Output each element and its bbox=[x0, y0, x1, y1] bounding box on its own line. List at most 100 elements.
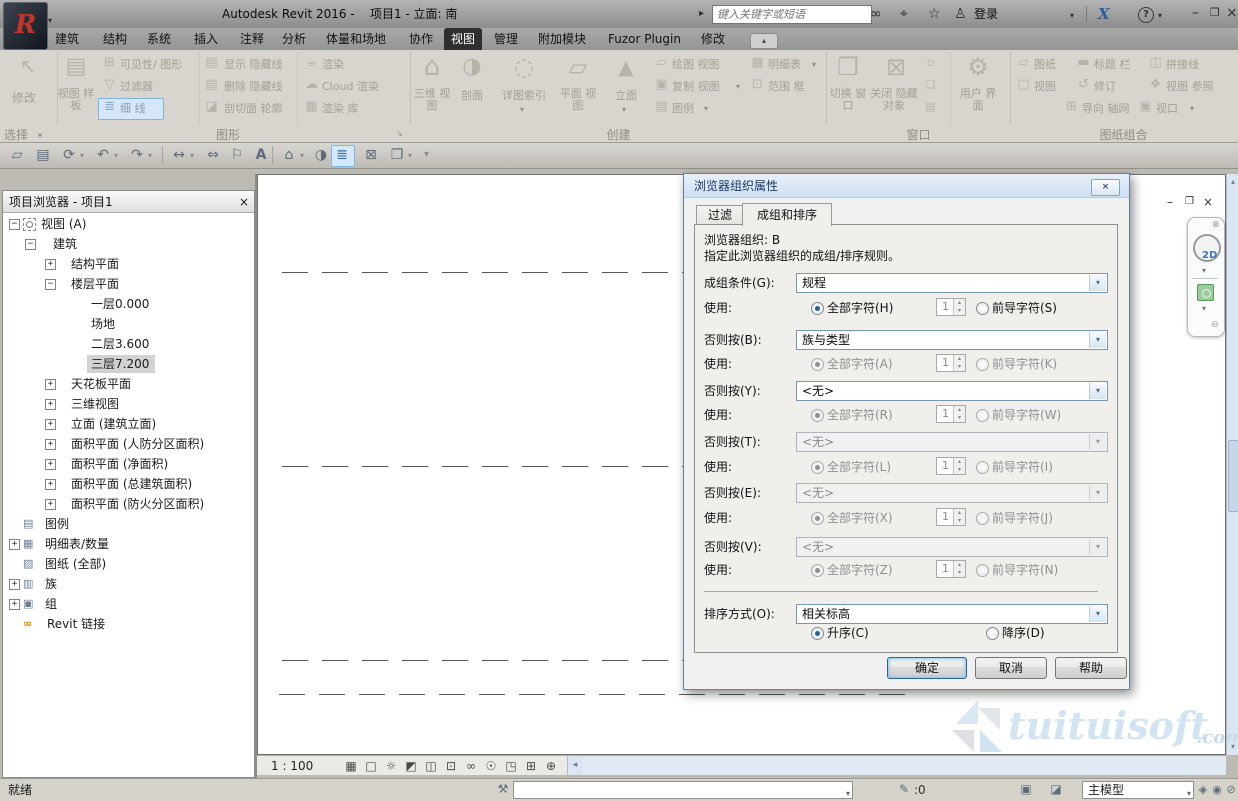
save-icon[interactable]: ▤ bbox=[34, 147, 52, 164]
new-window-icon[interactable]: ▫ bbox=[924, 56, 937, 69]
all-characters-radio[interactable] bbox=[811, 461, 824, 474]
close-hidden-icon[interactable]: ⊠ bbox=[874, 53, 918, 81]
thin-lines-icon[interactable]: ≣ bbox=[102, 99, 117, 114]
expand-icon[interactable] bbox=[45, 479, 56, 490]
all-characters-radio[interactable] bbox=[811, 512, 824, 525]
tab-view[interactable]: 视图 bbox=[444, 28, 482, 50]
guide-grid-button[interactable]: 导向 轴网 bbox=[1082, 102, 1130, 115]
signin-dropdown-icon[interactable]: ▾ bbox=[1070, 11, 1074, 21]
visibility-graphics-button[interactable]: 可见性/ 图形 bbox=[120, 58, 182, 71]
filters-button[interactable]: 过滤器 bbox=[120, 80, 153, 93]
collapse-icon[interactable] bbox=[45, 279, 56, 290]
open-icon[interactable]: ▱ bbox=[8, 147, 26, 164]
cloud-render-icon[interactable]: ☁ bbox=[304, 77, 319, 92]
navbar-collapse-icon[interactable]: ⊖ bbox=[1211, 320, 1219, 330]
customize-qat-icon[interactable]: ▾ bbox=[424, 150, 429, 160]
then-by-combo-3[interactable]: <无> ▾ bbox=[796, 432, 1108, 452]
char-count-spinner[interactable]: 1 ▴▾ bbox=[936, 457, 966, 475]
plan-views-button[interactable]: 平面 视图 bbox=[558, 88, 598, 112]
level-line[interactable] bbox=[279, 694, 909, 695]
switch-windows-button[interactable]: 切换 窗口 bbox=[828, 88, 868, 112]
reveal-hidden-elements-icon[interactable]: ☉ bbox=[482, 757, 500, 775]
tab-systems[interactable]: 系统 bbox=[147, 28, 171, 50]
redo-dropdown-icon[interactable]: ▾ bbox=[148, 151, 152, 161]
revisions-icon[interactable]: ↺ bbox=[1076, 77, 1091, 92]
view-template-button[interactable]: 视图 样板 bbox=[54, 88, 98, 112]
matchline-icon[interactable]: ◫ bbox=[1148, 55, 1163, 70]
tab-manage[interactable]: 管理 bbox=[494, 28, 518, 50]
render-button[interactable]: 渲染 bbox=[322, 58, 344, 71]
duplicate-dropdown-icon[interactable]: ▾ bbox=[736, 82, 740, 92]
close-button[interactable]: × bbox=[1226, 5, 1238, 21]
select-dropdown-icon[interactable]: ▾ bbox=[38, 131, 42, 141]
close-hidden-button[interactable]: 关闭 隐藏对象 bbox=[868, 88, 920, 112]
tab-modify[interactable]: 修改 bbox=[701, 28, 725, 50]
default-3d-view-icon[interactable]: ⌂ bbox=[280, 147, 298, 164]
cascade-windows-icon[interactable]: ❏ bbox=[924, 78, 937, 91]
horizontal-scrollbar[interactable] bbox=[582, 756, 1226, 775]
scope-box-button[interactable]: 范围 框 bbox=[768, 80, 805, 93]
view-minimize-icon[interactable]: – bbox=[1167, 195, 1173, 209]
select-panel-label[interactable]: 选择 bbox=[4, 128, 28, 142]
duplicate-view-icon[interactable]: ▣ bbox=[654, 77, 669, 92]
visual-style-icon[interactable]: □ bbox=[362, 757, 380, 775]
chevron-down-icon[interactable]: ▾ bbox=[1089, 434, 1106, 450]
spinner-arrows-icon[interactable]: ▴▾ bbox=[953, 458, 965, 474]
titleblock-icon[interactable]: ▬ bbox=[1076, 55, 1091, 70]
sync-dropdown-icon[interactable]: ▾ bbox=[80, 151, 84, 161]
sort-by-combo[interactable]: 相关标高 ▾ bbox=[796, 604, 1108, 624]
user-interface-icon[interactable]: ⚙ bbox=[956, 53, 1000, 81]
navbar-close-icon[interactable]: ⊗ bbox=[1212, 220, 1220, 230]
design-options-combo[interactable]: 主模型 ▾ bbox=[1082, 781, 1194, 799]
expand-icon[interactable] bbox=[45, 459, 56, 470]
viewports-dropdown-icon[interactable]: ▾ bbox=[1190, 104, 1194, 114]
select-links-icon[interactable]: ◈ bbox=[1196, 781, 1210, 798]
sun-path-icon[interactable]: ☼ bbox=[382, 757, 400, 775]
cloud-render-button[interactable]: Cloud 渲染 bbox=[322, 80, 379, 93]
tab-annotate[interactable]: 注释 bbox=[240, 28, 264, 50]
wheel-dropdown-icon[interactable]: ▾ bbox=[1202, 266, 1206, 276]
tab-grouping-sorting[interactable]: 成组和排序 bbox=[742, 203, 832, 226]
modify-button[interactable]: 修改 bbox=[2, 92, 46, 104]
collapse-icon[interactable] bbox=[25, 239, 36, 250]
sheet-icon[interactable]: ▱ bbox=[1016, 55, 1031, 70]
view-close-icon[interactable]: × bbox=[1203, 195, 1213, 209]
viewports-button[interactable]: 视口 bbox=[1156, 102, 1178, 115]
communication-center-icon[interactable]: ⌖ bbox=[900, 6, 908, 22]
switch-windows-icon[interactable]: ❐ bbox=[828, 53, 868, 81]
dialog-close-icon[interactable]: × bbox=[1091, 179, 1120, 196]
schedules-icon[interactable]: ▦ bbox=[750, 55, 765, 70]
show-hidden-lines-icon[interactable]: ▤ bbox=[204, 55, 219, 70]
chevron-down-icon[interactable]: ▾ bbox=[1089, 383, 1106, 399]
plan-views-icon[interactable]: ▱ bbox=[558, 53, 598, 81]
modify-cursor-icon[interactable]: ↖ bbox=[14, 54, 42, 78]
then-by-combo-1[interactable]: 族与类型 ▾ bbox=[796, 330, 1108, 350]
select-pinned-icon[interactable]: ⊘ bbox=[1224, 781, 1238, 798]
shadows-icon[interactable]: ◩ bbox=[402, 757, 420, 775]
exchange-apps-icon[interactable]: X bbox=[1098, 5, 1110, 23]
char-count-spinner[interactable]: 1 ▴▾ bbox=[936, 354, 966, 372]
zoom-dropdown-icon[interactable]: ▾ bbox=[1202, 304, 1206, 314]
infocenter-flyout-icon[interactable]: ▸ bbox=[699, 6, 704, 22]
expand-icon[interactable] bbox=[45, 439, 56, 450]
section-tool-icon[interactable]: ◑ bbox=[312, 147, 330, 164]
favorites-icon[interactable]: ☆ bbox=[928, 6, 941, 22]
all-characters-radio[interactable] bbox=[811, 358, 824, 371]
elevation-dropdown-icon[interactable]: ▾ bbox=[622, 105, 626, 115]
view-template-icon[interactable]: ▤ bbox=[62, 54, 90, 79]
crop-view-icon[interactable]: ◫ bbox=[422, 757, 440, 775]
legends-icon[interactable]: ▤ bbox=[654, 99, 669, 114]
dialog-launcher-icon[interactable]: ↘ bbox=[396, 129, 403, 139]
leading-characters-radio[interactable] bbox=[976, 564, 989, 577]
spinner-arrows-icon[interactable]: ▴▾ bbox=[953, 509, 965, 525]
remove-hidden-lines-button[interactable]: 删除 隐藏线 bbox=[224, 80, 283, 93]
close-inactive-windows-icon[interactable]: ⊠ bbox=[362, 147, 380, 164]
then-by-combo-5[interactable]: <无> ▾ bbox=[796, 537, 1108, 557]
spinner-arrows-icon[interactable]: ▴▾ bbox=[953, 355, 965, 371]
spinner-arrows-icon[interactable]: ▴▾ bbox=[953, 299, 965, 315]
schedules-button[interactable]: 明细表 bbox=[768, 58, 801, 71]
switch-dropdown-icon[interactable]: ▾ bbox=[408, 151, 412, 161]
guide-grid-icon[interactable]: ⊞ bbox=[1064, 99, 1079, 114]
drafting-view-icon[interactable]: ▱ bbox=[654, 55, 669, 70]
worksets-icon[interactable]: ⚒ bbox=[495, 781, 511, 798]
